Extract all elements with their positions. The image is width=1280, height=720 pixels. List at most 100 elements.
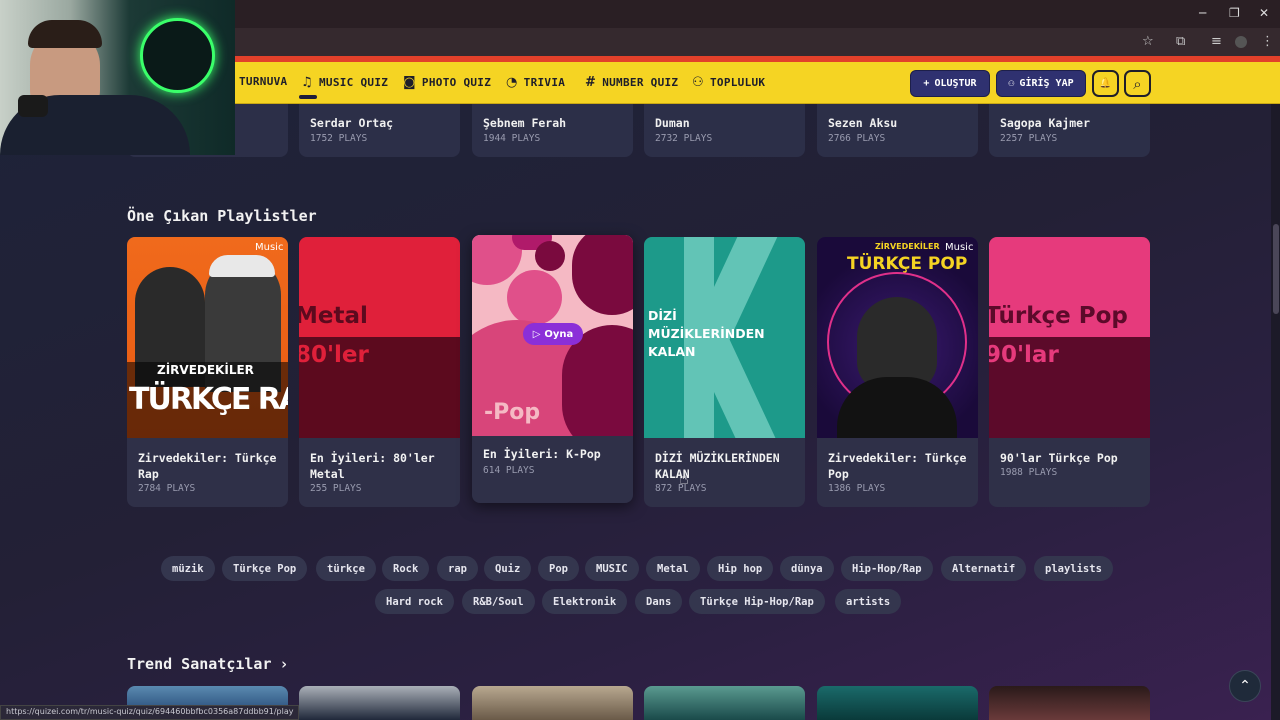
tag-chip[interactable]: Hip hop bbox=[707, 556, 774, 581]
restore-icon[interactable]: ❐ bbox=[1229, 6, 1240, 20]
tag-chip[interactable]: dünya bbox=[780, 556, 834, 581]
cover-text: Türkçe Pop bbox=[989, 303, 1128, 329]
scroll-to-top-button[interactable]: ⌃ bbox=[1229, 670, 1261, 702]
tag-chip[interactable]: Rock bbox=[382, 556, 430, 581]
create-button[interactable]: + OLUŞTUR bbox=[910, 70, 990, 97]
plus-icon: + bbox=[923, 78, 930, 89]
artist-plays: 2766 PLAYS bbox=[828, 133, 886, 144]
artist-card[interactable]: Duman 2732 PLAYS bbox=[644, 104, 805, 157]
tag-chip[interactable]: playlists bbox=[1034, 556, 1113, 581]
status-bar-url: https://quizei.com/tr/music-quiz/quiz/69… bbox=[0, 705, 300, 720]
featured-playlists-title: Öne Çıkan Playlistler bbox=[127, 207, 317, 225]
artist-thumbnail[interactable] bbox=[989, 686, 1150, 720]
tag-chip[interactable]: müzik bbox=[161, 556, 215, 581]
nav-item-trivia[interactable]: ◔ TRIVIA bbox=[506, 75, 565, 90]
playlist-card[interactable]: Türkçe Pop 90'lar 90'lar Türkçe Pop 1988… bbox=[989, 237, 1150, 507]
tag-chip[interactable]: Pop bbox=[538, 556, 579, 581]
playlist-title: DİZİ MÜZİKLERİNDEN KALAN bbox=[655, 451, 780, 481]
cap-shape bbox=[209, 255, 275, 277]
cover-text: -Pop bbox=[484, 400, 541, 425]
nav-item-photo-quiz[interactable]: ◙ PHOTO QUIZ bbox=[403, 75, 491, 90]
tag-chip[interactable]: Elektronik bbox=[542, 589, 628, 614]
profile-icon[interactable] bbox=[1235, 36, 1247, 48]
playlist-cover: Metal 80'ler bbox=[299, 237, 460, 438]
tag-chip[interactable]: Quiz bbox=[484, 556, 532, 581]
notification-button[interactable]: 🔔 bbox=[1092, 70, 1119, 97]
artist-card[interactable]: Şebnem Ferah 1944 PLAYS bbox=[472, 104, 633, 157]
cover-text: DİZİ MÜZİKLERİNDEN KALAN bbox=[648, 308, 765, 359]
artist-name: Sagopa Kajmer bbox=[1000, 116, 1091, 130]
tag-chip[interactable]: Türkçe Hip-Hop/Rap bbox=[689, 589, 825, 614]
scrollbar[interactable] bbox=[1271, 104, 1280, 720]
login-button[interactable]: ⚇ GİRİŞ YAP bbox=[996, 70, 1086, 97]
tag-chip[interactable]: Metal bbox=[646, 556, 700, 581]
cover-text: 80'ler bbox=[299, 342, 369, 368]
nav-item-topluluk[interactable]: ⚇ TOPLULUK bbox=[692, 75, 765, 90]
tag-chip[interactable]: R&B/Soul bbox=[462, 589, 535, 614]
tag-chip[interactable]: türkçe bbox=[316, 556, 376, 581]
cover-text: ZİRVEDEKİLER bbox=[157, 363, 254, 377]
playlist-cover: ZİRVEDEKİLER TÜRKÇE RAP Music bbox=[127, 237, 288, 438]
nav-item-music-quiz[interactable]: ♫ MUSIC QUIZ bbox=[301, 75, 388, 90]
tag-chip[interactable]: artists bbox=[835, 589, 902, 614]
nav-item-turnuva[interactable]: TURNUVA bbox=[239, 75, 287, 88]
playlist-cover: DİZİ MÜZİKLERİNDEN KALAN bbox=[644, 237, 805, 438]
search-icon: ⌕ bbox=[1133, 74, 1142, 93]
playlist-card[interactable]: ZİRVEDEKİLER TÜRKÇE POP Music Zirvedekil… bbox=[817, 237, 978, 507]
bell-icon: 🔔 bbox=[1099, 78, 1112, 89]
playlist-card[interactable]: -Pop ▷ Oyna En İyileri: K-Pop 614 PLAYS bbox=[472, 235, 633, 503]
users-icon: ⚇ bbox=[692, 75, 704, 90]
artist-thumbnail[interactable] bbox=[472, 686, 633, 720]
play-button[interactable]: ▷ Oyna bbox=[523, 323, 583, 345]
chevron-right-icon: › bbox=[279, 655, 289, 673]
music-note-icon: ♫ bbox=[301, 75, 313, 90]
artist-thumbnail[interactable] bbox=[299, 686, 460, 720]
cover-text: 90'lar bbox=[989, 342, 1059, 368]
playlist-title: En İyileri: 80'ler Metal bbox=[310, 451, 435, 481]
artist-plays: 1944 PLAYS bbox=[483, 133, 541, 144]
artist-thumbnail[interactable] bbox=[644, 686, 805, 720]
artist-plays: 1752 PLAYS bbox=[310, 133, 368, 144]
playlist-title: Zirvedekiler: Türkçe Rap bbox=[138, 451, 277, 481]
playlist-card[interactable]: DİZİ MÜZİKLERİNDEN KALAN DİZİ MÜZİKLERİN… bbox=[644, 237, 805, 507]
tag-chip[interactable]: MUSIC bbox=[585, 556, 639, 581]
circle-shape bbox=[535, 241, 565, 271]
tag-chip[interactable]: Türkçe Pop bbox=[222, 556, 308, 581]
artist-card[interactable]: Serdar Ortaç 1752 PLAYS bbox=[299, 104, 460, 157]
artist-card[interactable]: Sezen Aksu 2766 PLAYS bbox=[817, 104, 978, 157]
tag-chip[interactable]: Hip-Hop/Rap bbox=[841, 556, 933, 581]
person-hair-shape bbox=[28, 20, 102, 48]
chat-icon: ◔ bbox=[506, 75, 518, 90]
playlist-card[interactable]: ZİRVEDEKİLER TÜRKÇE RAP Music Zirvedekil… bbox=[127, 237, 288, 507]
artist-card[interactable]: Sagopa Kajmer 2257 PLAYS bbox=[989, 104, 1150, 157]
cover-text: TÜRKÇE RAP bbox=[129, 382, 288, 417]
search-button[interactable]: ⌕ bbox=[1124, 70, 1151, 97]
artist-plays: 2732 PLAYS bbox=[655, 133, 713, 144]
star-icon[interactable]: ☆ bbox=[1142, 34, 1154, 49]
playlist-card[interactable]: Metal 80'ler En İyileri: 80'ler Metal 25… bbox=[299, 237, 460, 507]
neon-logo-shape bbox=[140, 18, 215, 93]
artist-thumbnail[interactable] bbox=[817, 686, 978, 720]
tag-chip[interactable]: Hard rock bbox=[375, 589, 454, 614]
hash-icon: # bbox=[585, 75, 597, 90]
circle-shape bbox=[572, 235, 633, 315]
apple-music-badge: Music bbox=[945, 242, 974, 253]
playlist-plays: 2784 PLAYS bbox=[138, 483, 196, 494]
playlist-plays: 614 PLAYS bbox=[483, 465, 535, 476]
close-icon[interactable]: ✕ bbox=[1259, 6, 1269, 20]
playlist-plays: 1386 PLAYS bbox=[828, 483, 886, 494]
user-icon: ⚇ bbox=[1008, 78, 1015, 89]
tag-chip[interactable]: Dans bbox=[635, 589, 683, 614]
cover-text: Metal bbox=[299, 303, 368, 329]
trending-artists-title[interactable]: Trend Sanatçılar › bbox=[127, 655, 289, 673]
scrollbar-thumb[interactable] bbox=[1273, 224, 1279, 314]
artist-name: Sezen Aksu bbox=[828, 116, 898, 130]
tag-chip[interactable]: Alternatif bbox=[941, 556, 1027, 581]
nav-item-number-quiz[interactable]: # NUMBER QUIZ bbox=[585, 75, 678, 90]
extension-icon[interactable]: ⧉ bbox=[1176, 34, 1185, 49]
menu-icon[interactable]: ⋮ bbox=[1261, 34, 1274, 49]
media-icon[interactable]: ≡ bbox=[1211, 34, 1222, 49]
tag-chip[interactable]: rap bbox=[437, 556, 478, 581]
mouse-cursor-icon: ☝ bbox=[679, 469, 689, 488]
minimize-icon[interactable]: ─ bbox=[1199, 6, 1206, 20]
